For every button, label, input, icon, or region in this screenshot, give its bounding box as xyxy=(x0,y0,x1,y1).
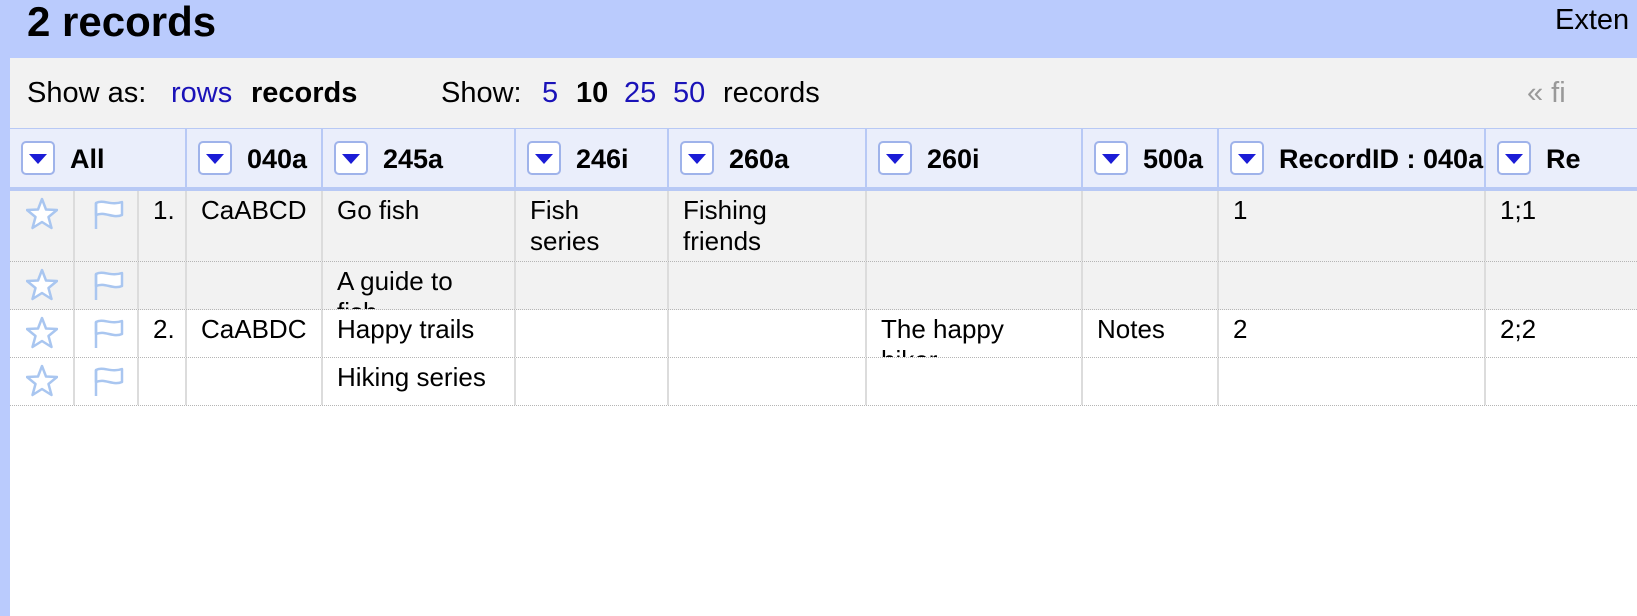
show-as-rows-link[interactable]: rows xyxy=(171,75,232,111)
cell-260i: The happy hiker xyxy=(867,310,1083,357)
cell-246i xyxy=(516,262,669,309)
show-as-label: Show as: xyxy=(27,77,147,109)
column-header-260i: 260i xyxy=(867,129,1083,188)
record-number-cell: 2. xyxy=(139,310,187,357)
cell-recordid-040a xyxy=(1219,358,1486,405)
view-toolbar: Show as: rows records Show: 5 10 25 50 r… xyxy=(10,58,1637,128)
dropdown-arrow-icon[interactable] xyxy=(21,141,55,175)
cell-040a xyxy=(187,358,323,405)
cell-246i xyxy=(516,310,669,357)
dropdown-arrow-icon[interactable] xyxy=(878,141,912,175)
cell-260a xyxy=(669,310,867,357)
cell-245a: Happy trails xyxy=(323,310,516,357)
star-cell xyxy=(10,358,75,405)
cell-500a xyxy=(1083,358,1219,405)
data-view-panel: Show as: rows records Show: 5 10 25 50 r… xyxy=(10,58,1637,616)
column-header-label: 246i xyxy=(576,144,629,174)
cell-500a xyxy=(1083,191,1219,261)
flag-cell xyxy=(75,191,139,261)
dropdown-arrow-icon[interactable] xyxy=(198,141,232,175)
table-row: A guide to fish xyxy=(10,262,1637,310)
column-header-246i: 246i xyxy=(516,129,669,188)
records-suffix-label: records xyxy=(723,77,820,109)
flag-cell xyxy=(75,310,139,357)
first-page-link[interactable]: « fi xyxy=(1527,75,1566,111)
column-header-label: RecordID : 040a xyxy=(1279,144,1484,174)
column-header-260a: 260a xyxy=(669,129,867,188)
cell-040a xyxy=(187,262,323,309)
column-header-label: 245a xyxy=(383,144,444,174)
cell-260i xyxy=(867,358,1083,405)
column-header-500a: 500a xyxy=(1083,129,1219,188)
column-header-label: 500a xyxy=(1143,144,1204,174)
cell-260a xyxy=(669,262,867,309)
column-header-label: Re xyxy=(1546,144,1581,174)
page-size-25-link[interactable]: 25 xyxy=(624,75,656,111)
cell-500a xyxy=(1083,262,1219,309)
cell-re xyxy=(1486,262,1637,309)
cell-040a: CaABCD xyxy=(187,191,323,261)
cell-recordid-040a: 2 xyxy=(1219,310,1486,357)
column-header-label: 040a xyxy=(247,144,308,174)
cell-recordid-040a xyxy=(1219,262,1486,309)
star-cell xyxy=(10,191,75,261)
record-count-title: 2 records xyxy=(27,0,217,45)
show-as-records-link[interactable]: records xyxy=(251,75,357,111)
dropdown-arrow-icon[interactable] xyxy=(527,141,561,175)
column-header-label: All xyxy=(70,144,105,174)
column-header-label: 260i xyxy=(927,144,980,174)
table-row: Hiking series xyxy=(10,358,1637,406)
dropdown-arrow-icon[interactable] xyxy=(1094,141,1128,175)
show-label: Show: xyxy=(441,77,522,109)
column-header-recordid-040a: RecordID : 040a xyxy=(1219,129,1486,188)
cell-246i xyxy=(516,358,669,405)
record-number-cell xyxy=(139,358,187,405)
star-cell xyxy=(10,262,75,309)
record-number-cell: 1. xyxy=(139,191,187,261)
cell-260i xyxy=(867,262,1083,309)
table-header-row: All 040a 245a 246i 260a 260i 500a Record… xyxy=(10,128,1637,191)
column-header-re: Re xyxy=(1486,129,1637,188)
cell-500a: Notes xyxy=(1083,310,1219,357)
cell-re xyxy=(1486,358,1637,405)
dropdown-arrow-icon[interactable] xyxy=(1497,141,1531,175)
cell-260a xyxy=(669,358,867,405)
cell-260i xyxy=(867,191,1083,261)
dropdown-arrow-icon[interactable] xyxy=(680,141,714,175)
table-row: 1. CaABCD Go fish Fish series Fishing friend… xyxy=(10,191,1637,262)
table-row: 2.CaABDCHappy trails The happy hikerNotes… xyxy=(10,310,1637,358)
column-header-all: All xyxy=(10,129,187,188)
record-number-cell xyxy=(139,262,187,309)
page-size-5-link[interactable]: 5 xyxy=(542,75,558,111)
flag-cell xyxy=(75,262,139,309)
dropdown-arrow-icon[interactable] xyxy=(1230,141,1264,175)
cell-246i: Fish series xyxy=(516,191,669,261)
column-header-label: 260a xyxy=(729,144,790,174)
column-header-040a: 040a xyxy=(187,129,323,188)
cell-260a: Fishing friends xyxy=(669,191,867,261)
title-bar: 2 records Exten xyxy=(0,0,1637,58)
dropdown-arrow-icon[interactable] xyxy=(334,141,368,175)
page-size-50-link[interactable]: 50 xyxy=(673,75,705,111)
cell-040a: CaABDC xyxy=(187,310,323,357)
flag-cell xyxy=(75,358,139,405)
cell-245a: Hiking series xyxy=(323,358,516,405)
cell-245a: Go fish xyxy=(323,191,516,261)
extensions-menu[interactable]: Exten xyxy=(1555,0,1629,40)
star-cell xyxy=(10,310,75,357)
cell-245a: A guide to fish xyxy=(323,262,516,309)
column-header-245a: 245a xyxy=(323,129,516,188)
page-size-10-link[interactable]: 10 xyxy=(576,75,608,111)
cell-re: 1;1 xyxy=(1500,195,1537,225)
cell-re: 2;2 xyxy=(1500,314,1537,344)
cell-recordid-040a: 1 xyxy=(1219,191,1486,261)
